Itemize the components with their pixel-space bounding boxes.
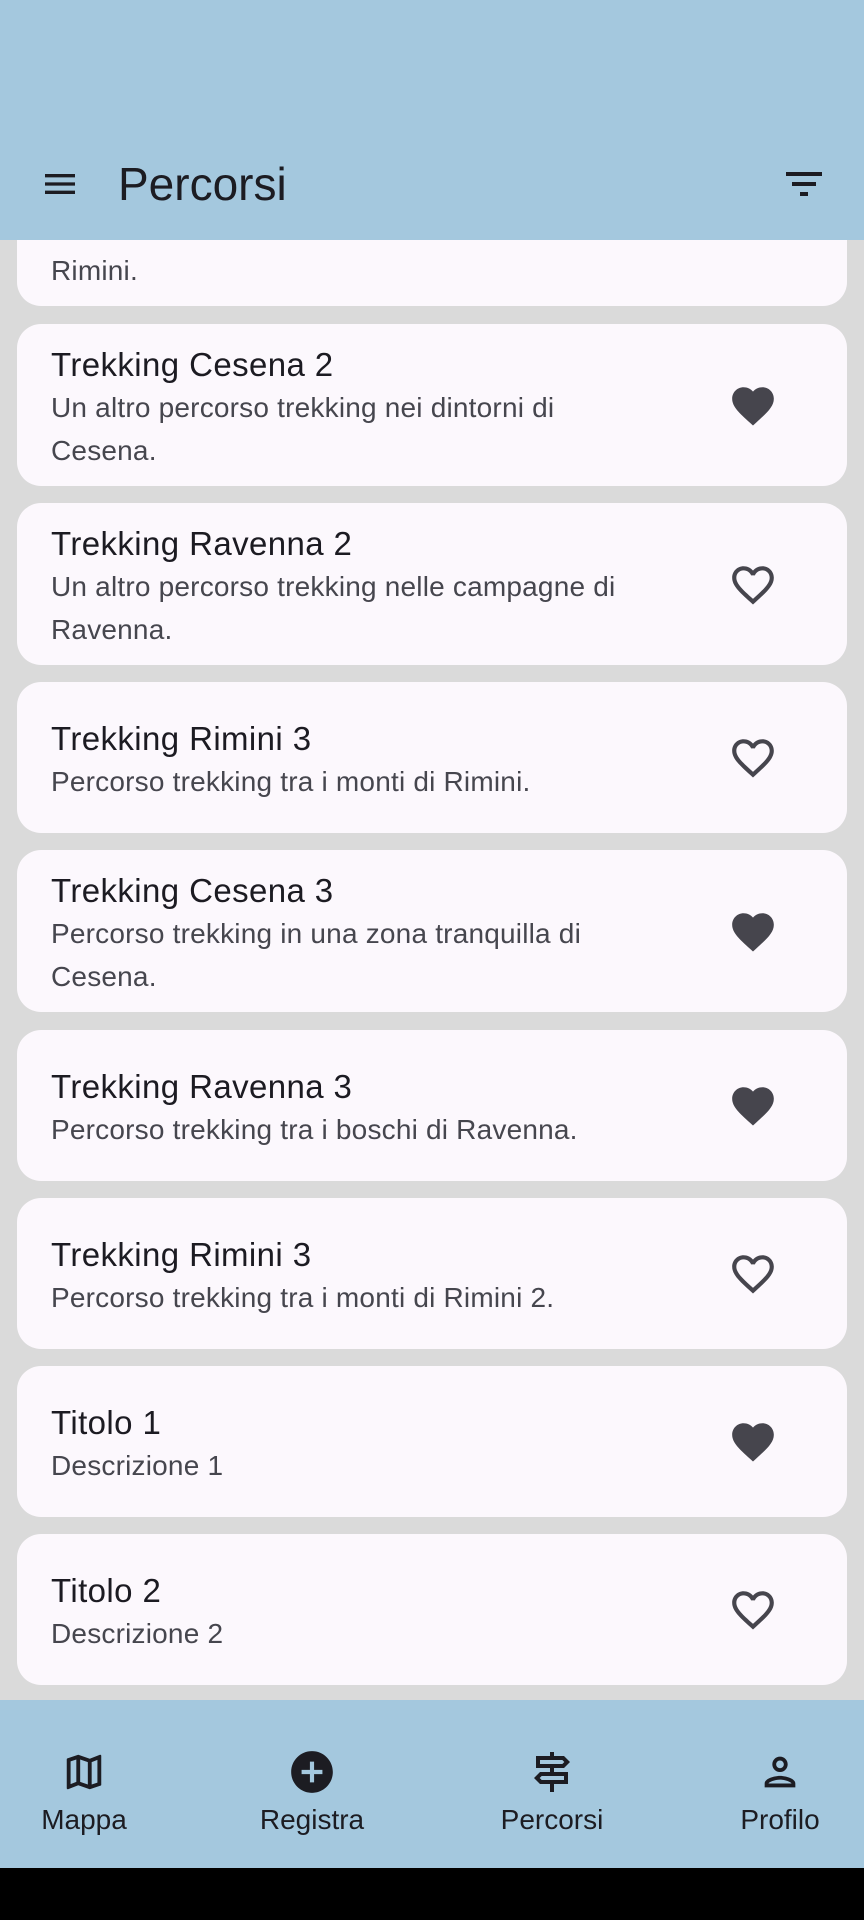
nav-item-registra[interactable]: Registra <box>212 1700 412 1868</box>
menu-icon <box>45 174 75 194</box>
heart-filled-icon <box>732 1087 774 1126</box>
nav-item-percorsi[interactable]: Percorsi <box>452 1700 652 1868</box>
bottom-navigation: Mappa Registra Percorsi Profilo <box>0 1700 864 1868</box>
nav-item-mappa[interactable]: Mappa <box>0 1700 184 1868</box>
route-card[interactable]: Trekking Cesena 2 Un altro percorso trek… <box>17 324 847 486</box>
top-app-bar: Percorsi <box>0 132 864 240</box>
route-card[interactable]: Titolo 1 Descrizione 1 <box>17 1366 847 1517</box>
nav-item-profilo[interactable]: Profilo <box>680 1700 864 1868</box>
nav-label: Percorsi <box>500 1804 604 1835</box>
route-description: Descrizione 1 <box>51 1450 224 1481</box>
signpost-icon <box>534 1752 570 1792</box>
page-title: Percorsi <box>118 158 287 210</box>
route-description: Percorso trekking tra i monti di Rimini. <box>51 766 531 797</box>
route-title: Trekking Cesena 2 <box>51 346 334 383</box>
favorite-button[interactable] <box>727 1584 779 1636</box>
favorite-button[interactable] <box>727 380 779 432</box>
route-card[interactable]: Rimini. <box>17 240 847 306</box>
favorite-button[interactable] <box>727 906 779 958</box>
route-card[interactable]: Trekking Cesena 3 Percorso trekking in u… <box>17 850 847 1012</box>
favorite-button[interactable] <box>727 559 779 611</box>
routes-list[interactable]: Rimini. Trekking Cesena 2 Un altro perco… <box>0 240 864 1700</box>
nav-icon-wrapper <box>750 1742 810 1802</box>
route-description: Un altro percorso trekking nei dintorni … <box>51 392 555 466</box>
nav-icon-wrapper <box>282 1742 342 1802</box>
route-title: Trekking Ravenna 2 <box>51 525 353 562</box>
route-title: Trekking Ravenna 3 <box>51 1068 353 1105</box>
heart-filled-icon <box>732 913 774 952</box>
menu-button[interactable] <box>30 154 90 214</box>
heart-outline-icon <box>732 739 774 778</box>
nav-icon-wrapper <box>54 1742 114 1802</box>
heart-filled-icon <box>732 1423 774 1462</box>
status-bar <box>0 0 864 132</box>
route-title: Trekking Cesena 3 <box>51 872 334 909</box>
favorite-button[interactable] <box>727 1416 779 1468</box>
route-description: Un altro percorso trekking nelle campagn… <box>51 571 616 645</box>
route-description: Percorso trekking in una zona tranquilla… <box>51 918 582 992</box>
route-description: Descrizione 2 <box>51 1618 224 1649</box>
favorite-button[interactable] <box>727 1080 779 1132</box>
route-card[interactable]: Trekking Rimini 3 Percorso trekking tra … <box>17 682 847 833</box>
route-card[interactable]: Trekking Ravenna 2 Un altro percorso tre… <box>17 503 847 665</box>
nav-label: Registra <box>259 1804 365 1835</box>
nav-label: Profilo <box>740 1804 820 1835</box>
favorite-button[interactable] <box>727 1248 779 1300</box>
heart-outline-icon <box>732 1255 774 1294</box>
map-icon <box>66 1754 102 1790</box>
person-icon <box>764 1756 796 1788</box>
system-navigation-bar <box>0 1868 864 1920</box>
route-title: Titolo 1 <box>51 1404 162 1441</box>
route-title: Trekking Rimini 3 <box>51 720 312 757</box>
heart-outline-icon <box>732 566 774 605</box>
filter-icon <box>786 172 822 196</box>
route-card[interactable]: Trekking Ravenna 3 Percorso trekking tra… <box>17 1030 847 1181</box>
nav-label: Mappa <box>41 1804 127 1835</box>
add-circle-icon <box>291 1751 333 1793</box>
route-title: Titolo 2 <box>51 1572 162 1609</box>
route-description: Percorso trekking tra i monti di Rimini … <box>51 1282 555 1313</box>
route-description: Rimini. <box>51 255 138 286</box>
heart-filled-icon <box>732 387 774 426</box>
nav-icon-wrapper <box>522 1742 582 1802</box>
route-card[interactable]: Trekking Rimini 3 Percorso trekking tra … <box>17 1198 847 1349</box>
route-description: Percorso trekking tra i boschi di Ravenn… <box>51 1114 578 1145</box>
route-card[interactable]: Titolo 2 Descrizione 2 <box>17 1534 847 1685</box>
route-title: Trekking Rimini 3 <box>51 1236 312 1273</box>
filter-button[interactable] <box>774 154 834 214</box>
favorite-button[interactable] <box>727 732 779 784</box>
heart-outline-icon <box>732 1591 774 1630</box>
